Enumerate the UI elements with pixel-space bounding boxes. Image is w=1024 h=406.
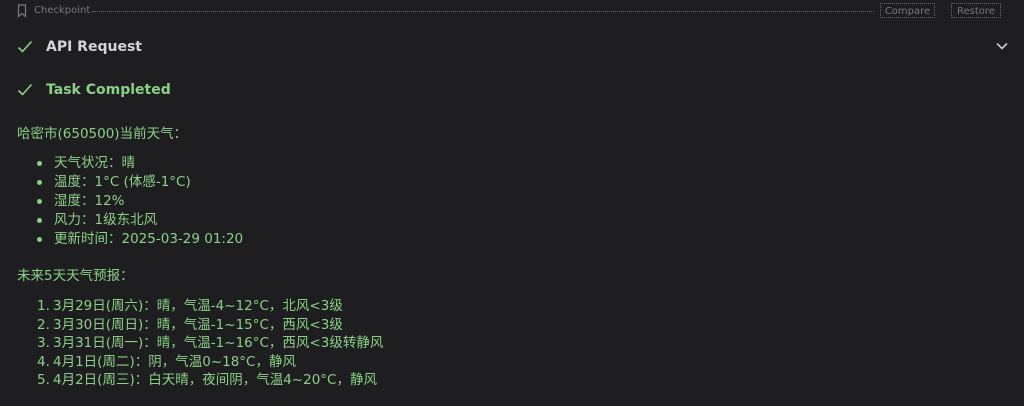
- list-item: 2. 3月30日(周日)：晴，气温-1~15°C，西风<3级: [37, 316, 343, 333]
- api-request-title: API Request: [46, 39, 142, 55]
- current-weather-list: 天气状况：晴 温度：1°C (体感-1°C) 湿度：12% 风力：1级东北风 更…: [37, 154, 243, 249]
- compare-button[interactable]: Compare: [880, 3, 935, 18]
- bullet-dot: [37, 218, 42, 223]
- bullet-dot: [37, 180, 42, 185]
- current-weather-heading: 哈密市(650500)当前天气：: [17, 126, 188, 142]
- list-item: 温度：1°C (体感-1°C): [37, 173, 243, 192]
- chevron-down-icon[interactable]: [996, 42, 1008, 50]
- checkpoint-divider: [92, 11, 874, 12]
- checkpoint-label: Checkpoint: [34, 5, 91, 16]
- bookmark-icon: [17, 4, 27, 18]
- forecast-heading: 未来5天天气预报：: [17, 268, 134, 284]
- list-item: 风力：1级东北风: [37, 211, 243, 230]
- checkpoint-bar: Checkpoint Compare Restore: [0, 0, 1024, 22]
- check-icon: [17, 40, 33, 53]
- list-item: 1. 3月29日(周六)：晴，气温-4~12°C，北风<3级: [37, 298, 343, 314]
- check-icon: [17, 83, 33, 96]
- forecast-list: 1. 3月29日(周六)：晴，气温-4~12°C，北风<3级 2. 3月30日(周日…: [37, 297, 383, 390]
- list-item: 湿度：12%: [37, 192, 243, 211]
- list-item: 天气状况：晴: [37, 154, 243, 173]
- restore-button[interactable]: Restore: [951, 3, 1001, 18]
- task-completed-title: Task Completed: [46, 82, 171, 98]
- list-item: 4. 4月1日(周二)：阴，气温0~18°C，静风: [37, 353, 296, 370]
- bullet-dot: [37, 199, 42, 204]
- bullet-dot: [37, 237, 42, 242]
- list-item: 3. 3月31日(周一)：晴，气温-1~16°C，西风<3级转静风: [37, 335, 384, 351]
- list-item: 5. 4月2日(周三)：白天晴，夜间阴，气温4~20°C，静风: [37, 372, 377, 388]
- bullet-dot: [37, 161, 42, 166]
- list-item: 更新时间：2025-03-29 01:20: [37, 230, 243, 249]
